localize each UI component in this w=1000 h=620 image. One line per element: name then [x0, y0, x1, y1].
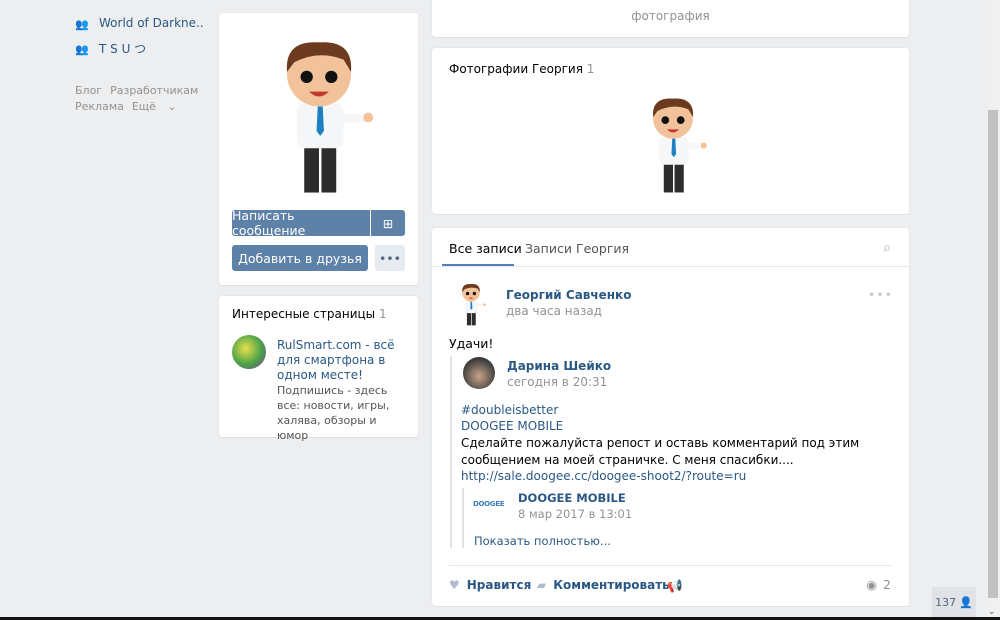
scrollbar[interactable]: ⌄: [986, 0, 1000, 617]
top-card: фотография: [432, 0, 909, 37]
inner-time[interactable]: 8 мар 2017 в 13:01: [518, 507, 632, 521]
views-value: 2: [883, 577, 891, 592]
repost-author-avatar[interactable]: [463, 357, 495, 389]
page-avatar[interactable]: [232, 335, 266, 369]
footer-ads-link[interactable]: Реклама: [75, 100, 124, 113]
interesting-pages-card: Интересные страницы 1 RulSmart.com - всё…: [219, 296, 418, 442]
comment-icon: ▰: [537, 578, 547, 592]
profile-card: Написать сообщение ⊞ Добавить в друзья •…: [219, 13, 418, 285]
online-count: 137: [935, 595, 957, 609]
page-link[interactable]: RulSmart.com - всё для смартфона в одном…: [277, 338, 407, 383]
post-time[interactable]: два часа назад: [506, 304, 602, 318]
search-icon[interactable]: ⌕: [883, 240, 891, 256]
repost-text: Сделайте пожалуйста репост и оставь комм…: [461, 436, 860, 467]
wall-card: Все записи Записи Георгия ⌕ Георгий Савч…: [432, 228, 909, 606]
user-icon: 👤: [959, 595, 973, 609]
photo-thumbnail[interactable]: [625, 94, 721, 194]
group-label: T S U つ: [99, 42, 147, 56]
online-counter[interactable]: 137 👤: [932, 587, 976, 617]
send-message-button[interactable]: Написать сообщение: [232, 208, 370, 238]
page-description: Подпишись - здесь все: новости, игры, ха…: [277, 384, 390, 442]
gift-icon: ⊞: [382, 215, 394, 231]
source-link[interactable]: DOOGEE MOBILE: [461, 419, 563, 433]
repost-url-link[interactable]: http://sale.doogee.cc/doogee-shoot2/?rou…: [461, 469, 746, 483]
repost-author[interactable]: Дарина Шейко: [507, 359, 611, 373]
gift-button[interactable]: ⊞: [371, 210, 405, 236]
tab-georgy-posts[interactable]: Записи Георгия: [525, 241, 629, 256]
interesting-count: 1: [378, 307, 387, 321]
doogee-logo[interactable]: DOOGEE: [473, 500, 505, 508]
inner-author[interactable]: DOOGEE MOBILE: [518, 491, 626, 505]
more-actions-button[interactable]: •••: [375, 245, 405, 271]
interesting-title: Интересные страницы: [232, 307, 376, 321]
scroll-down-arrow[interactable]: ⌄: [988, 607, 996, 617]
profile-avatar[interactable]: [249, 35, 389, 195]
show-more-link[interactable]: Показать полностью...: [474, 534, 611, 548]
left-nav-group[interactable]: 👥 World of Darkne..: [75, 16, 204, 31]
left-nav-group[interactable]: 👥 T S U つ: [75, 40, 146, 57]
group-label: World of Darkne..: [99, 16, 204, 30]
photos-card: Фотографии Георгия 1: [432, 48, 909, 214]
footer-more-link[interactable]: Ещё ⌄: [132, 100, 177, 113]
add-friend-button[interactable]: Добавить в друзья: [232, 245, 368, 271]
share-icon[interactable]: 📢: [667, 578, 683, 594]
comment-label: Комментировать: [553, 578, 670, 592]
author-avatar[interactable]: [452, 282, 490, 326]
like-label: Нравится: [466, 578, 532, 592]
hashtag-link[interactable]: #doubleisbetter: [461, 403, 558, 417]
views-count: ◉ 2: [866, 577, 891, 592]
post-author[interactable]: Георгий Савченко: [506, 288, 631, 302]
group-icon: 👥: [75, 43, 89, 56]
repost-time[interactable]: сегодня в 20:31: [507, 375, 607, 389]
post-menu-button[interactable]: •••: [868, 287, 893, 302]
scrollbar-thumb[interactable]: [988, 110, 998, 598]
more-dots-icon: •••: [378, 250, 402, 266]
like-button[interactable]: ♥ Нравится: [449, 578, 531, 592]
footer-developers-link[interactable]: Разработчикам: [110, 84, 198, 97]
photos-title[interactable]: Фотографии Георгия: [449, 62, 583, 76]
post-text: Удачи!: [449, 336, 494, 351]
more-label: Ещё: [131, 100, 156, 113]
eye-icon: ◉: [866, 577, 878, 592]
group-icon: 👥: [75, 17, 89, 31]
comment-button[interactable]: ▰ Комментировать: [537, 578, 670, 592]
photos-count: 1: [586, 62, 595, 76]
tab-all-posts[interactable]: Все записи: [449, 241, 522, 256]
photo-label: фотография: [631, 9, 710, 23]
heart-icon: ♥: [449, 578, 460, 592]
footer-blog-link[interactable]: Блог: [75, 84, 102, 97]
